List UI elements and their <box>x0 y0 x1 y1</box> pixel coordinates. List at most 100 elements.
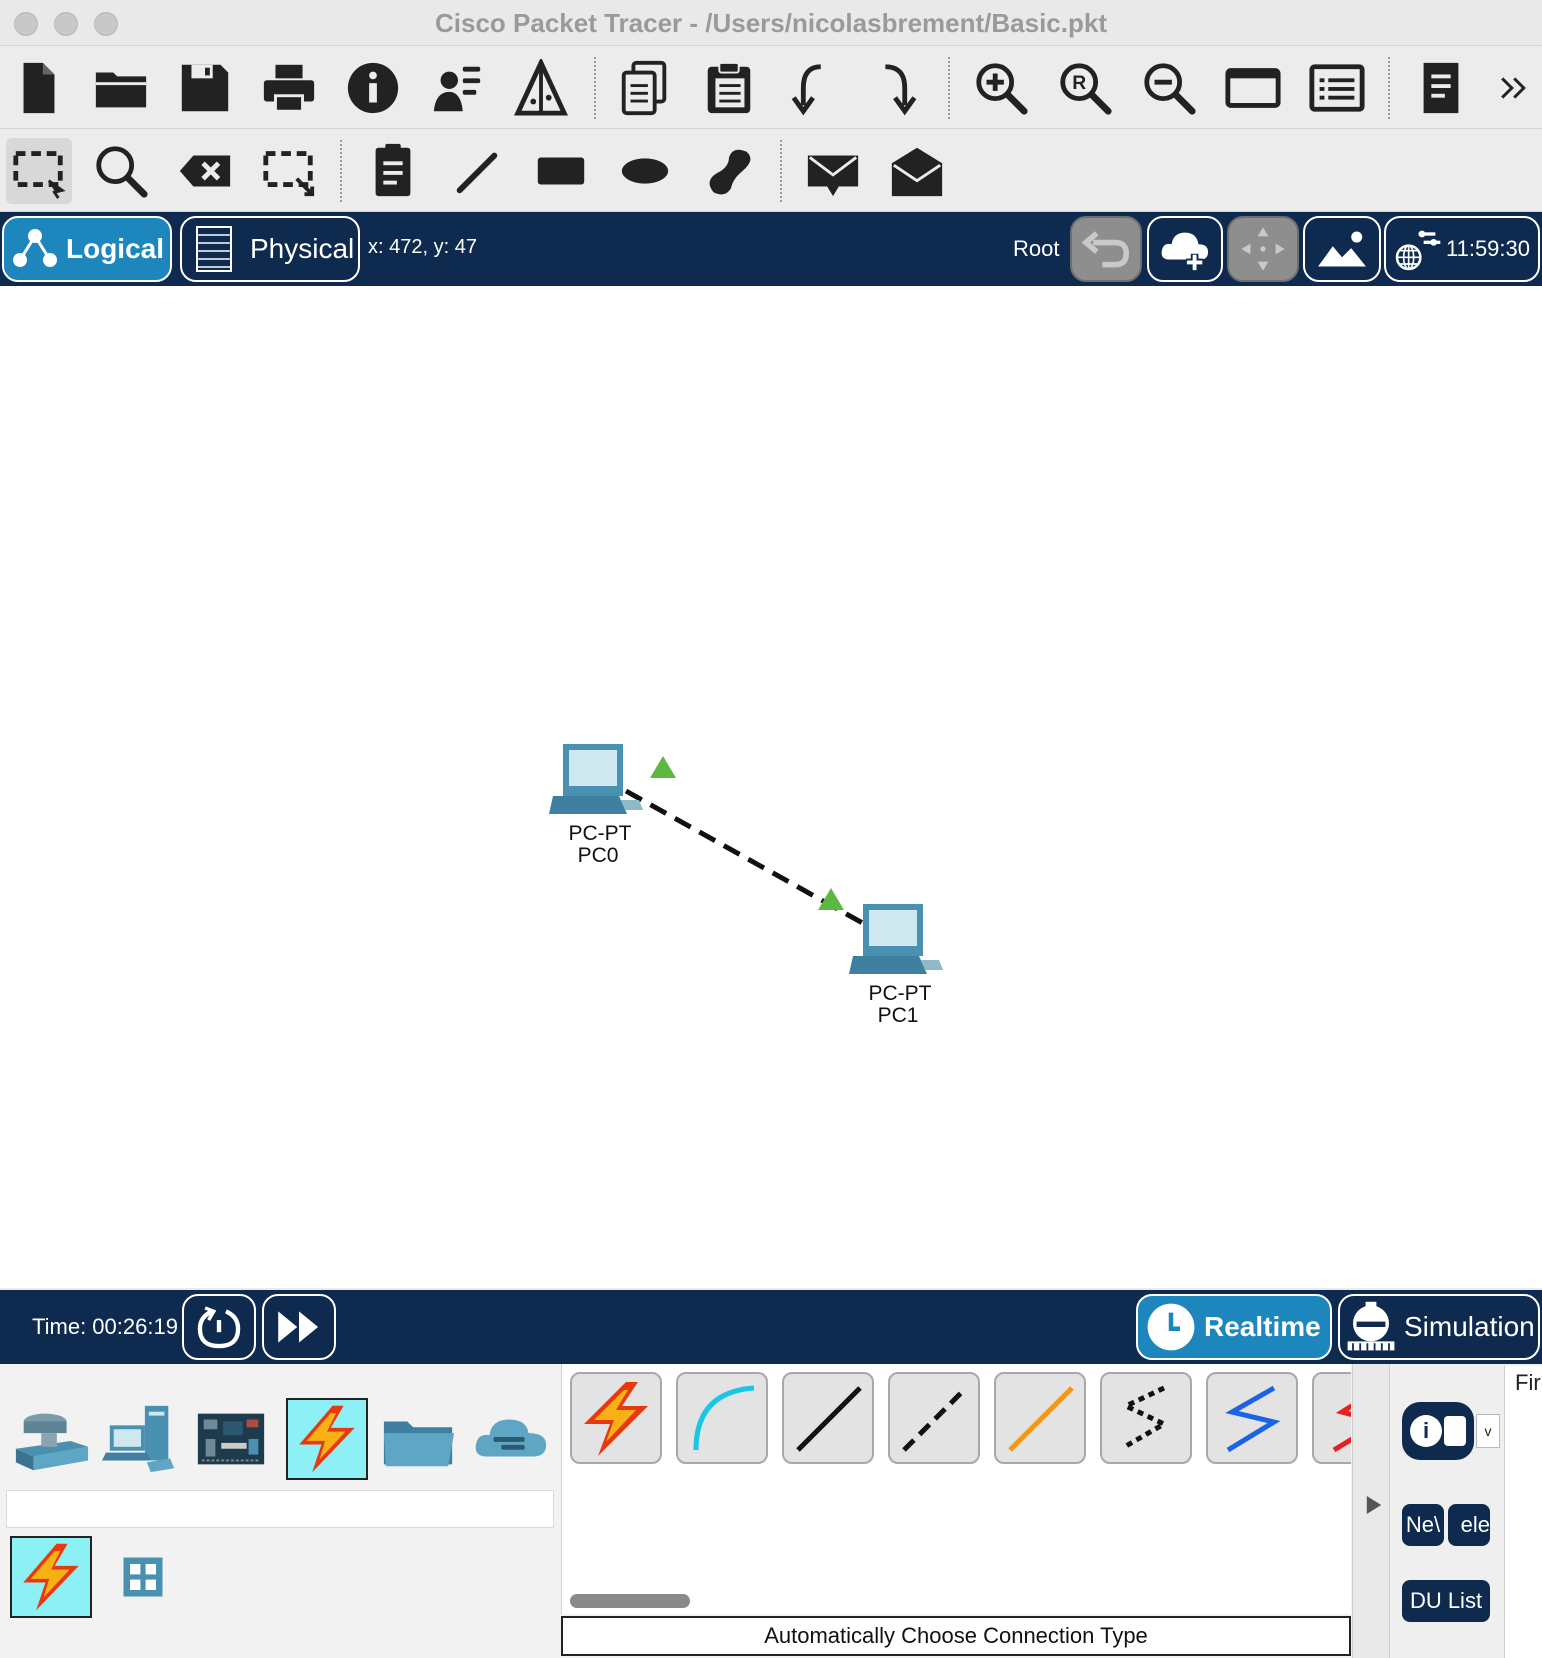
more-tools-button[interactable] <box>1488 55 1538 121</box>
pdu-scenario-dropdown[interactable]: v <box>1476 1414 1500 1448</box>
category-multiuser[interactable] <box>470 1398 552 1480</box>
toolbar-separator <box>780 140 782 202</box>
panel-splitter[interactable] <box>1352 1364 1390 1658</box>
circuit-board-icon <box>197 1413 265 1465</box>
zoom-in-button[interactable] <box>968 55 1034 121</box>
connection-serial-dce-button[interactable] <box>1312 1372 1351 1464</box>
new-file-button[interactable] <box>6 55 72 121</box>
copy-button[interactable] <box>612 55 678 121</box>
subcategory-structured-cabling[interactable] <box>102 1536 184 1618</box>
connection-automatic-button[interactable] <box>570 1372 662 1464</box>
custom-devices-button[interactable] <box>1304 55 1370 121</box>
place-note-button[interactable] <box>360 138 426 204</box>
cursor-coordinates: x: 472, y: 47 <box>368 236 477 258</box>
draw-line-button[interactable] <box>444 138 510 204</box>
pc-icon <box>549 744 643 814</box>
connection-phone-button[interactable] <box>1100 1372 1192 1464</box>
add-simple-pdu-button[interactable] <box>800 138 866 204</box>
wizard-icon <box>433 66 481 112</box>
fast-forward-time-button[interactable] <box>262 1294 336 1360</box>
select-tool-button[interactable] <box>6 138 72 204</box>
category-network-devices[interactable] <box>10 1398 92 1480</box>
delete-scenario-button[interactable]: ele <box>1448 1504 1490 1546</box>
coaxial-cable-icon <box>1225 1385 1281 1453</box>
console-cable-icon <box>693 1385 755 1451</box>
save-button[interactable] <box>172 55 238 121</box>
lightning-bolt-icon <box>299 1405 355 1473</box>
new-cluster-button[interactable] <box>1147 216 1223 282</box>
pc0-name-label: PC0 <box>578 844 619 867</box>
pdu-info-toggle[interactable]: i <box>1402 1402 1474 1460</box>
connection-straight-through-button[interactable] <box>782 1372 874 1464</box>
resize-tool-button[interactable] <box>256 138 322 204</box>
auto-connection-bolt-icon <box>584 1382 648 1456</box>
resize-marquee-icon <box>263 151 315 197</box>
paste-button[interactable] <box>696 55 762 121</box>
phone-cable-icon <box>1120 1385 1170 1449</box>
power-cycle-devices-button[interactable] <box>182 1294 256 1360</box>
main-toolbar: R <box>0 47 1542 129</box>
custom-device-button[interactable] <box>508 55 574 121</box>
info-button[interactable] <box>340 55 406 121</box>
physical-label: Physical <box>250 233 355 264</box>
draw-rectangle-button[interactable] <box>528 138 594 204</box>
fiber-cable-icon <box>1008 1386 1074 1452</box>
magnifier-icon <box>96 146 148 198</box>
realtime-label: Realtime <box>1204 1311 1321 1342</box>
inspect-tool-button[interactable] <box>88 138 154 204</box>
connection-type-list <box>561 1364 1351 1614</box>
set-background-button[interactable] <box>1303 216 1381 282</box>
paste-icon <box>707 61 751 114</box>
delete-tool-button[interactable] <box>172 138 238 204</box>
simulation-mode-button[interactable]: Simulation <box>1338 1294 1540 1360</box>
lightning-bolt-icon <box>23 1543 79 1611</box>
delete-icon <box>179 155 231 187</box>
stopwatch-icon <box>1347 1301 1395 1351</box>
palette-window-button[interactable] <box>1220 55 1286 121</box>
activity-wizard-button[interactable] <box>424 55 490 121</box>
device-filter-field[interactable] <box>6 1490 554 1528</box>
category-end-devices[interactable] <box>100 1398 182 1480</box>
connection-coaxial-button[interactable] <box>1206 1372 1298 1464</box>
connection-fiber-button[interactable] <box>994 1372 1086 1464</box>
undo-button[interactable] <box>780 55 846 121</box>
category-connections[interactable] <box>286 1398 368 1480</box>
physical-view-button[interactable]: Physical <box>180 216 360 282</box>
toolbar-separator <box>340 140 342 202</box>
pc1-device[interactable]: PC-PT PC1 <box>849 904 943 1027</box>
info-icon <box>347 62 399 114</box>
cloud-icon <box>475 1419 547 1457</box>
back-to-parent-button[interactable] <box>1070 216 1142 282</box>
select-marquee-icon <box>13 151 66 199</box>
connections-horizontal-scrollbar[interactable] <box>570 1594 690 1608</box>
new-scenario-button[interactable]: Ne\ <box>1402 1504 1444 1546</box>
window-title: Cisco Packet Tracer - /Users/nicolasbrem… <box>435 8 1107 38</box>
open-button[interactable] <box>88 55 154 121</box>
pc0-device[interactable]: PC-PT PC0 <box>549 744 643 867</box>
logical-view-button[interactable]: Logical <box>2 216 172 282</box>
subcategory-connections[interactable] <box>10 1536 92 1618</box>
toolbar-separator <box>948 57 950 119</box>
print-button[interactable] <box>256 55 322 121</box>
pdu-list-button[interactable]: DU List <box>1402 1580 1490 1622</box>
cross-over-cable-icon <box>902 1386 968 1452</box>
category-components[interactable] <box>190 1398 272 1480</box>
add-complex-pdu-button[interactable] <box>884 138 950 204</box>
realtime-mode-button[interactable]: Realtime <box>1136 1294 1332 1360</box>
pdu-document-button[interactable] <box>1408 55 1474 121</box>
viewport-clock-button[interactable]: 11:59:30 <box>1384 216 1540 282</box>
connection-cross-over-button[interactable] <box>888 1372 980 1464</box>
zoom-out-button[interactable] <box>1136 55 1202 121</box>
ellipse-icon <box>621 158 669 184</box>
logical-workspace[interactable]: PC-PT PC0 PC-PT PC1 <box>0 286 1542 1288</box>
zoom-reset-button[interactable]: R <box>1052 55 1118 121</box>
move-object-button[interactable] <box>1227 216 1299 282</box>
draw-ellipse-button[interactable] <box>612 138 678 204</box>
freeform-button[interactable] <box>696 138 762 204</box>
fast-forward-icon <box>278 1311 319 1343</box>
document-icon <box>1423 62 1459 114</box>
category-miscellaneous[interactable] <box>378 1398 460 1480</box>
redo-button[interactable] <box>864 55 930 121</box>
connection-console-button[interactable] <box>676 1372 768 1464</box>
closed-envelope-icon <box>807 155 859 197</box>
